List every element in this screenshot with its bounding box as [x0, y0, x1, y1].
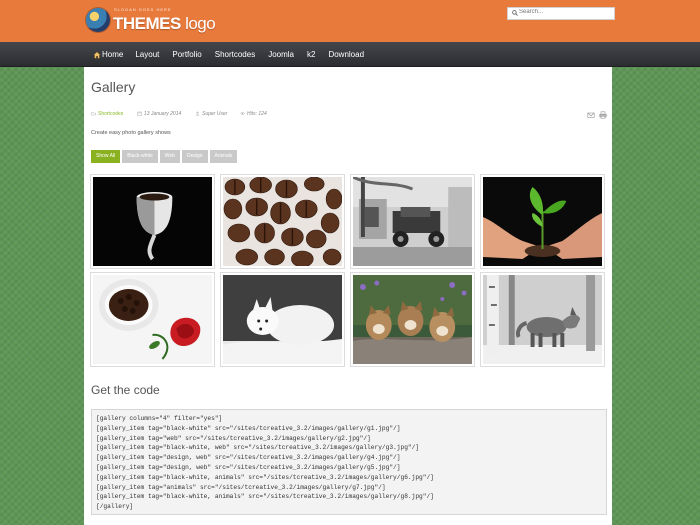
globe-logo-icon — [86, 8, 110, 32]
filter-design[interactable]: Design — [181, 150, 208, 163]
search-icon — [512, 10, 518, 16]
nav-item-portfolio[interactable]: Portfolio — [172, 42, 208, 67]
code-section-title: Get the code — [91, 383, 160, 397]
article-meta: Shortcodes 13 January 2014 Super User Hi… — [91, 111, 611, 121]
nav-item-k2[interactable]: k2 — [307, 42, 322, 67]
coffee-cup-icon — [93, 177, 212, 266]
eye-icon — [240, 112, 245, 115]
code-line: [gallery_item tag="black-white" src="/si… — [96, 424, 401, 432]
logo-tagline: SLOGAN GOES HERE — [114, 7, 172, 12]
nav-item-shortcodes[interactable]: Shortcodes — [215, 42, 262, 67]
site-logo[interactable]: SLOGAN GOES HERE THEMES logo — [86, 5, 216, 37]
site-header: SLOGAN GOES HERE THEMES logo — [0, 0, 700, 42]
intro-text: Create easy photo gallery shows — [91, 130, 171, 136]
gallery-item[interactable] — [350, 174, 475, 269]
gallery-filter-bar: Show All Black-white Web Design Animals — [91, 150, 238, 163]
code-line: [gallery_item tag="animals" src="/sites/… — [96, 483, 386, 491]
meta-date: 13 January 2014 — [137, 111, 181, 117]
meta-author: Super User — [195, 111, 227, 117]
gallery-item[interactable] — [220, 272, 345, 367]
gallery-item[interactable] — [350, 272, 475, 367]
gallery-grid — [90, 174, 607, 372]
filter-show-all[interactable]: Show All — [91, 150, 121, 163]
page-title: Gallery — [91, 79, 136, 95]
code-line: [/gallery] — [96, 503, 134, 511]
coffee-rose-icon — [93, 275, 212, 364]
code-line: [gallery_item tag="black-white, animals"… — [96, 493, 434, 501]
gallery-item[interactable] — [480, 272, 605, 367]
filter-animals[interactable]: Animals — [209, 150, 238, 163]
code-line: [gallery_item tag="design, web" src="/si… — [96, 454, 401, 462]
gallery-item[interactable] — [480, 174, 605, 269]
nav-item-home[interactable]: Home — [93, 42, 130, 67]
code-line: [gallery_item tag="black-white, animals"… — [96, 473, 434, 481]
meta-category[interactable]: Shortcodes — [91, 111, 123, 117]
folder-icon — [91, 112, 96, 116]
nav-item-joomla[interactable]: Joomla — [268, 42, 301, 67]
email-icon[interactable] — [587, 111, 595, 119]
plant-sprout-icon — [483, 177, 602, 266]
calendar-icon — [137, 111, 142, 116]
search-input[interactable] — [519, 9, 609, 15]
meta-hits: Hits: 124 — [240, 111, 267, 117]
content-panel: Gallery Shortcodes 13 January 2014 Super… — [84, 67, 612, 525]
logo-text: THEMES logo — [113, 14, 216, 33]
nav-item-download[interactable]: Download — [328, 42, 371, 67]
nav-item-layout[interactable]: Layout — [135, 42, 166, 67]
code-line: [gallery_item tag="black-white, web" src… — [96, 444, 420, 452]
code-block[interactable]: [gallery columns="4" filter="yes"] [gall… — [91, 409, 607, 515]
article-tools — [587, 111, 607, 119]
gallery-item[interactable] — [220, 174, 345, 269]
home-icon — [93, 51, 101, 58]
fox-cubs-icon — [353, 275, 472, 364]
user-icon — [195, 111, 200, 116]
nav-label: Home — [102, 50, 124, 59]
gallery-item[interactable] — [90, 272, 215, 367]
gallery-item[interactable] — [90, 174, 215, 269]
code-line: [gallery_item tag="design, web" src="/si… — [96, 463, 401, 471]
code-line: [gallery columns="4" filter="yes"] — [96, 415, 223, 422]
filter-black-white[interactable]: Black-white — [122, 150, 158, 163]
code-line: [gallery_item tag="web" src="/sites/tcre… — [96, 434, 371, 442]
vintage-car-icon — [353, 177, 472, 266]
coffee-beans-icon — [223, 177, 342, 266]
filter-web[interactable]: Web — [159, 150, 180, 163]
main-navigation: Home Layout Portfolio Shortcodes Joomla … — [0, 42, 700, 67]
search-box[interactable] — [507, 7, 615, 20]
print-icon[interactable] — [599, 111, 607, 119]
arctic-fox-icon — [223, 275, 342, 364]
wolf-icon — [483, 275, 602, 364]
